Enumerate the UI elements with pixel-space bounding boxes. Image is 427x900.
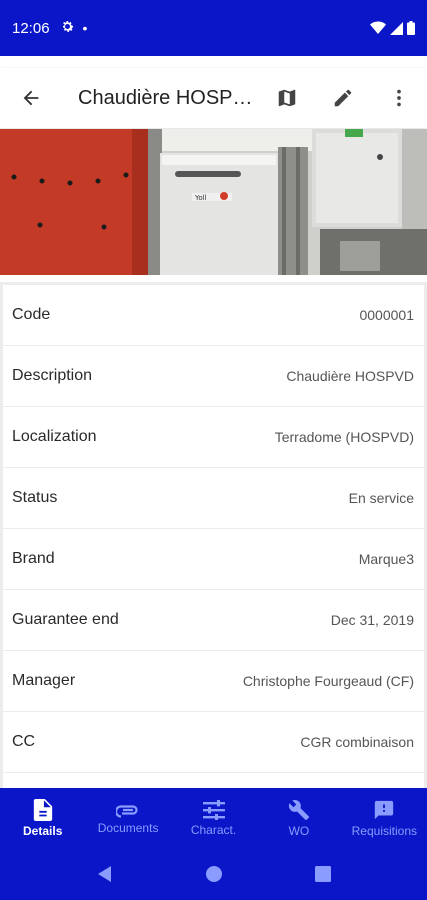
map-icon bbox=[278, 89, 296, 107]
detail-row-manager: Manager Christophe Fourgeaud (CF) bbox=[3, 651, 424, 711]
detail-value: Marque3 bbox=[358, 551, 414, 567]
app-bar: Chaudière HOSPVD bbox=[0, 68, 427, 128]
notification-dot: • bbox=[82, 20, 88, 36]
status-bar: 12:06 • bbox=[0, 0, 427, 56]
detail-value: 0000001 bbox=[359, 307, 414, 323]
page-title: Chaudière HOSPVD bbox=[78, 86, 258, 109]
system-navigation-bar bbox=[0, 848, 427, 900]
detail-row-guarantee-end: Guarantee end Dec 31, 2019 bbox=[3, 590, 424, 650]
detail-label: Brand bbox=[12, 550, 55, 567]
detail-label: Code bbox=[12, 306, 51, 323]
back-button[interactable] bbox=[0, 68, 62, 128]
paperclip-icon bbox=[116, 804, 138, 818]
detail-value: Chaudière HOSPVD bbox=[286, 368, 414, 384]
detail-row-cc: CC CGR combinaison bbox=[3, 712, 424, 772]
status-indicators bbox=[370, 21, 415, 35]
detail-value: Dec 31, 2019 bbox=[330, 612, 414, 628]
detail-label: Description bbox=[12, 367, 93, 384]
nav-details[interactable]: Details bbox=[0, 788, 85, 848]
detail-label: Manager bbox=[12, 672, 76, 689]
pencil-icon bbox=[334, 89, 352, 107]
detail-row-partial bbox=[3, 773, 424, 788]
nav-requisitions[interactable]: Requisitions bbox=[342, 788, 427, 848]
system-back-icon[interactable] bbox=[96, 865, 114, 883]
wifi-icon bbox=[370, 21, 386, 34]
sliders-icon bbox=[202, 799, 225, 820]
document-icon bbox=[33, 798, 52, 821]
detail-label: CC bbox=[12, 733, 36, 750]
svg-text:Yoll: Yoll bbox=[194, 194, 207, 202]
bottom-navigation: Details Documents Charact. WO Requisitio… bbox=[0, 788, 427, 848]
battery-icon bbox=[407, 21, 415, 35]
detail-label: Localization bbox=[12, 428, 97, 445]
map-button[interactable] bbox=[259, 68, 315, 128]
status-time: 12:06 bbox=[12, 19, 50, 37]
detail-value: CGR combinaison bbox=[300, 734, 414, 750]
nav-label: Requisitions bbox=[351, 823, 418, 838]
detail-value: En service bbox=[348, 490, 414, 506]
detail-label: Guarantee end bbox=[12, 611, 119, 628]
nav-label: WO bbox=[288, 823, 310, 838]
nav-label: Charact. bbox=[190, 822, 237, 837]
settings-icon bbox=[60, 19, 75, 38]
system-home-icon[interactable] bbox=[205, 865, 223, 883]
more-vert-icon bbox=[397, 89, 401, 107]
detail-row-status: Status En service bbox=[3, 468, 424, 528]
detail-row-localization: Localization Terradome (HOSPVD) bbox=[3, 407, 424, 467]
system-recents-icon[interactable] bbox=[315, 866, 332, 882]
detail-row-brand: Brand Marque3 bbox=[3, 529, 424, 589]
nav-label: Details bbox=[23, 823, 63, 838]
nav-work-orders[interactable]: WO bbox=[256, 788, 341, 848]
detail-row-code: Code 0000001 bbox=[3, 285, 424, 345]
signal-icon bbox=[390, 21, 403, 35]
arrow-left-icon bbox=[23, 90, 39, 106]
detail-row-description: Description Chaudière HOSPVD bbox=[3, 346, 424, 406]
edit-button[interactable] bbox=[315, 68, 371, 128]
nav-characteristics[interactable]: Charact. bbox=[171, 788, 256, 848]
details-list: Code 0000001 Description Chaudière HOSPV… bbox=[0, 282, 427, 788]
equipment-photo: Yoll bbox=[0, 129, 427, 275]
message-alert-icon bbox=[375, 800, 394, 819]
detail-label: Status bbox=[12, 489, 58, 506]
more-options-button[interactable] bbox=[371, 68, 427, 128]
detail-value: Christophe Fourgeaud (CF) bbox=[242, 673, 414, 689]
nav-label: Documents bbox=[97, 820, 159, 835]
detail-value: Terradome (HOSPVD) bbox=[274, 429, 414, 445]
nav-documents[interactable]: Documents bbox=[85, 788, 170, 848]
wrench-icon bbox=[288, 799, 309, 820]
